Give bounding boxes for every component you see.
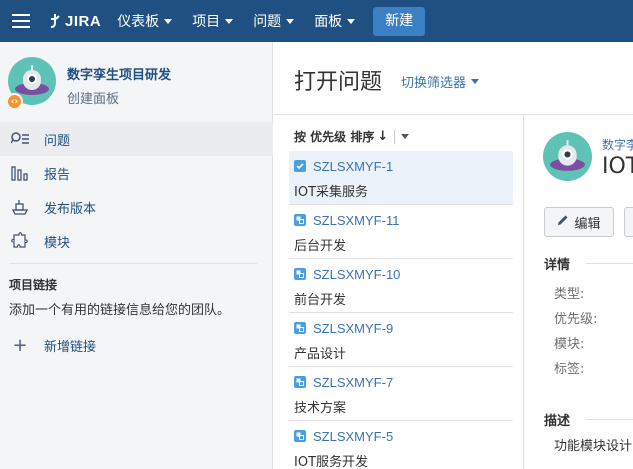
edit-button-label: 编辑: [574, 216, 601, 232]
add-link-label: 新增链接: [44, 340, 97, 355]
create-button[interactable]: 新建: [373, 6, 426, 36]
nav-projects-label: 项目: [192, 14, 221, 30]
issue-list-item[interactable]: SZLSXMYF-10 前台开发: [289, 259, 513, 313]
sidebar-item-issues-label: 问题: [44, 133, 71, 149]
issue-key: SZLSXMYF-7: [313, 374, 394, 390]
releases-icon: [10, 197, 30, 217]
issue-list-item[interactable]: SZLSXMYF-1 IOT采集服务: [289, 151, 513, 205]
project-links-hint: 添加一个有用的链接信息给您的团队。: [9, 303, 231, 318]
issue-key: SZLSXMYF-5: [313, 428, 394, 444]
nav-issues-label: 问题: [253, 14, 282, 30]
chevron-down-icon: [471, 79, 480, 84]
field-type-label: 类型:: [554, 287, 585, 302]
sidebar-item-reports-label: 报告: [44, 167, 71, 183]
issue-summary: IOT服务开发: [294, 455, 369, 469]
issue-key: SZLSXMYF-9: [313, 320, 394, 336]
logo-text: JIRA: [65, 12, 102, 30]
sidebar-divider: [9, 263, 257, 264]
subtask-type-icon: [294, 214, 306, 226]
issue-summary: 技术方案: [294, 401, 347, 416]
issue-key: SZLSXMYF-1: [313, 158, 394, 174]
issue-list-item[interactable]: SZLSXMYF-7 技术方案: [289, 367, 513, 421]
detail-project-link[interactable]: 数字李: [602, 136, 633, 153]
header-divider: [274, 114, 633, 115]
chevron-down-icon[interactable]: [401, 134, 410, 139]
nav-dashboards[interactable]: 仪表板: [117, 11, 173, 31]
project-sidebar: ‹› 数字孪生项目研发 创建面板 问题 报告 发布版本 模块 项目链接 添加一个…: [0, 42, 273, 469]
sidebar-item-components[interactable]: 模块: [0, 224, 273, 258]
switch-filter-label: 切换筛选器: [401, 76, 467, 91]
nav-boards[interactable]: 面板: [314, 11, 356, 31]
nav-dashboards-label: 仪表板: [117, 14, 160, 30]
project-links-heading: 项目链接: [9, 278, 58, 292]
issue-summary: IOT采集服务: [294, 185, 369, 200]
issues-icon: [10, 129, 30, 149]
sidebar-item-components-label: 模块: [44, 235, 71, 251]
project-name-link[interactable]: 数字孪生项目研发: [67, 64, 171, 83]
issue-summary: 产品设计: [294, 347, 347, 362]
task-type-icon: [294, 160, 306, 172]
issue-list-item[interactable]: SZLSXMYF-9 产品设计: [289, 313, 513, 367]
issue-key: SZLSXMYF-10: [313, 266, 401, 282]
description-text: 功能模块设计: [554, 439, 633, 454]
reports-icon: [10, 163, 30, 183]
jira-logo[interactable]: JIRA: [48, 13, 101, 30]
app-switcher-menu-icon[interactable]: [0, 0, 42, 42]
sidebar-item-issues[interactable]: 问题: [0, 122, 273, 156]
nav-boards-label: 面板: [314, 14, 343, 30]
subtask-type-icon: [294, 268, 306, 280]
chevron-down-icon: [225, 18, 234, 24]
sort-label: 按 优先级 排序: [294, 130, 375, 144]
issue-summary: 后台开发: [294, 239, 347, 254]
sidebar-item-reports[interactable]: 报告: [0, 156, 273, 190]
chevron-down-icon: [347, 18, 356, 24]
issue-list: SZLSXMYF-1 IOT采集服务 SZLSXMYF-11 后台开发 SZLS…: [289, 151, 513, 469]
page-title: 打开问题: [294, 70, 383, 95]
pencil-icon: [557, 214, 569, 230]
plus-icon: +: [12, 335, 28, 356]
sidebar-item-releases[interactable]: 发布版本: [0, 190, 273, 224]
nav-projects[interactable]: 项目: [192, 11, 234, 31]
sort-control[interactable]: 按 优先级 排序 ↓: [294, 128, 410, 145]
switch-filter-dropdown[interactable]: 切换筛选器: [401, 72, 480, 91]
top-navigation-bar: JIRA 仪表板 项目 问题 面板 新建: [0, 0, 633, 42]
sort-arrow-down-icon: ↓: [377, 129, 389, 144]
detail-issue-summary: IOT: [602, 154, 633, 179]
issue-summary: 前台开发: [294, 293, 347, 308]
field-labels-label: 标签:: [554, 362, 585, 377]
sidebar-item-releases-label: 发布版本: [44, 201, 97, 217]
description-heading: 描述: [544, 414, 571, 429]
issue-list-item[interactable]: SZLSXMYF-11 后台开发: [289, 205, 513, 259]
details-heading: 详情: [544, 258, 571, 273]
subtask-type-icon: [294, 376, 306, 388]
subtask-type-icon: [294, 322, 306, 334]
field-component-label: 模块:: [554, 337, 585, 352]
subtask-type-icon: [294, 430, 306, 442]
code-badge-icon: ‹›: [6, 93, 23, 110]
edit-button[interactable]: 编辑: [544, 207, 614, 237]
chevron-down-icon: [286, 18, 295, 24]
issue-key: SZLSXMYF-11: [313, 212, 400, 228]
jira-logo-icon: [50, 14, 60, 28]
sort-separator: [394, 129, 396, 144]
chevron-down-icon: [164, 18, 173, 24]
description-heading-rule: [586, 419, 633, 420]
add-link-button[interactable]: + 新增链接: [10, 335, 96, 356]
field-priority-label: 优先级:: [554, 312, 598, 327]
comment-button[interactable]: [624, 207, 633, 237]
nav-issues[interactable]: 问题: [253, 11, 295, 31]
list-detail-divider: [523, 115, 524, 469]
details-heading-rule: [586, 263, 633, 264]
issue-list-item[interactable]: SZLSXMYF-5 IOT服务开发: [289, 421, 513, 469]
project-avatar-icon[interactable]: [543, 132, 592, 181]
components-icon: [10, 231, 30, 251]
project-board-link[interactable]: 创建面板: [67, 88, 119, 107]
